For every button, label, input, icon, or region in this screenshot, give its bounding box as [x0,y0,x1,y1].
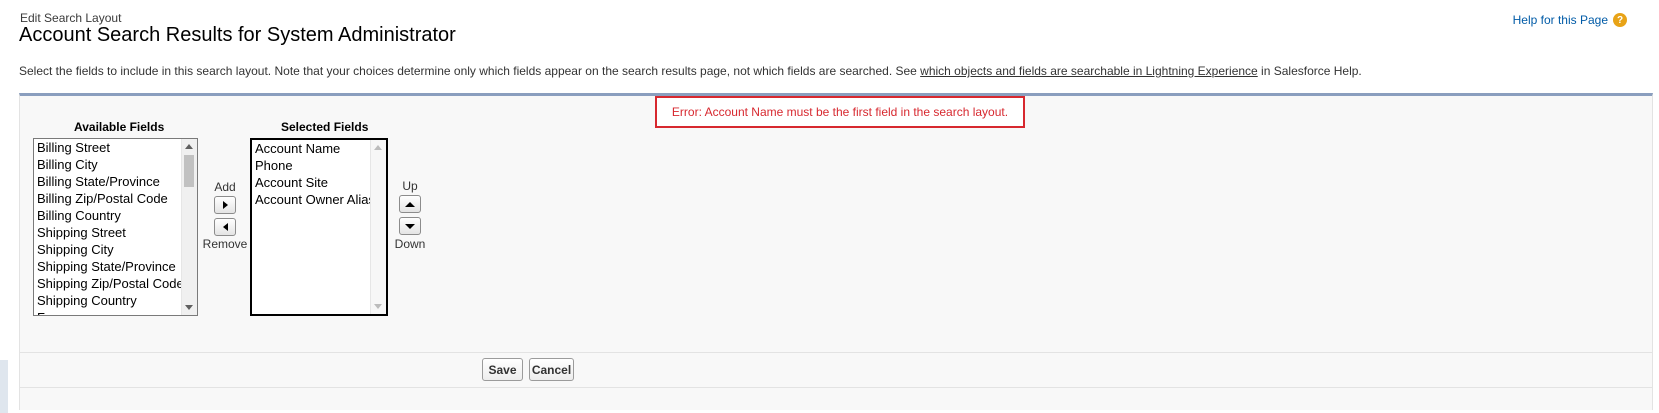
help-link[interactable]: Help for this Page ? [1513,13,1627,27]
remove-button[interactable] [214,218,236,236]
arrow-down-icon [405,223,415,229]
available-scrollbar[interactable] [181,139,197,315]
selected-field-option[interactable]: Phone [252,157,386,174]
description-text-after: in Salesforce Help. [1257,64,1362,78]
move-down-button[interactable] [399,217,421,235]
arrow-up-icon [405,201,415,207]
save-button[interactable]: Save [482,358,523,381]
available-field-option[interactable]: Shipping Street [34,224,197,241]
available-field-option[interactable]: Billing Zip/Postal Code [34,190,197,207]
available-fields-header: Available Fields [74,120,165,134]
remove-label: Remove [202,237,248,251]
available-field-option[interactable]: Shipping State/Province [34,258,197,275]
available-field-option[interactable]: Billing Country [34,207,197,224]
available-field-option[interactable]: Shipping Zip/Postal Code [34,275,197,292]
scroll-up-icon[interactable] [185,144,193,149]
selected-fields-header: Selected Fields [281,120,369,134]
available-field-option[interactable]: Billing City [34,156,197,173]
add-button[interactable] [214,196,236,214]
selected-field-option[interactable]: Account Owner Alias [252,191,386,208]
selected-fields-list[interactable]: Account Name Phone Account Site Account Own… [250,138,388,316]
available-field-option[interactable]: Shipping Country [34,292,197,309]
scroll-down-icon[interactable] [374,304,382,309]
help-circle-icon[interactable]: ? [1613,13,1627,27]
footer-divider [19,352,1653,353]
up-label: Up [402,179,418,193]
available-field-option[interactable]: Billing State/Province [34,173,197,190]
cancel-button[interactable]: Cancel [529,358,574,381]
available-fields-list[interactable]: Billing Street Billing City Billing State/… [33,138,198,316]
description-text-before: Select the fields to include in this sea… [19,64,921,78]
left-edge-decoration [0,360,8,413]
down-label: Down [394,237,426,251]
selected-scrollbar[interactable] [370,140,386,314]
selected-field-option[interactable]: Account Site [252,174,386,191]
available-field-option[interactable]: Shipping City [34,241,197,258]
available-field-option[interactable]: Fax [34,309,197,315]
move-up-button[interactable] [399,195,421,213]
page-description: Select the fields to include in this sea… [19,64,1362,78]
footer-bottom-divider [19,387,1653,388]
arrow-right-icon [222,201,228,209]
scroll-thumb[interactable] [184,155,194,187]
page-subtitle: Edit Search Layout [20,11,122,25]
selected-field-option[interactable]: Account Name [252,140,386,157]
error-message: Error: Account Name must be the first fi… [655,96,1025,128]
help-link-label[interactable]: Help for this Page [1513,13,1608,27]
add-label: Add [214,180,236,194]
scroll-up-icon[interactable] [374,145,382,150]
page-title: Account Search Results for System Admini… [19,24,456,46]
arrow-left-icon [222,223,228,231]
scroll-down-icon[interactable] [185,305,193,310]
searchable-objects-link[interactable]: which objects and fields are searchable … [920,64,1258,78]
available-field-option[interactable]: Billing Street [34,139,197,156]
